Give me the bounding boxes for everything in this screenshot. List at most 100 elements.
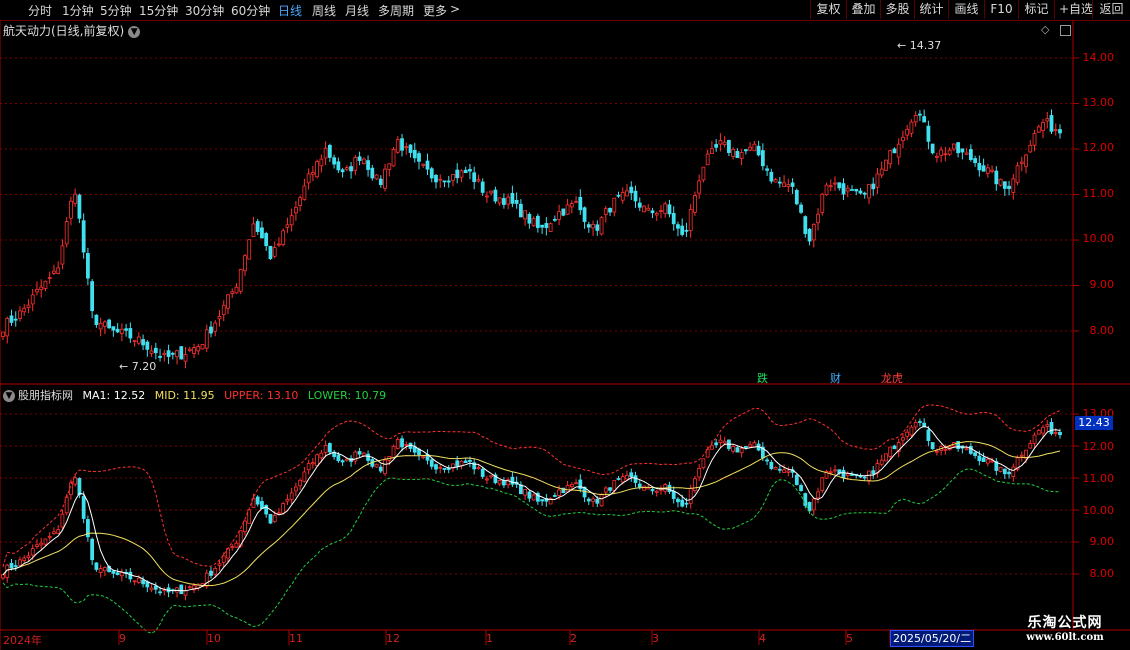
candle-body [956,142,961,154]
candle-body [854,188,859,192]
indicator-candle-body [455,460,460,467]
indicator-candle-body [828,471,833,474]
indicator-candle-body [1,574,5,579]
indicator-candle-body [523,489,528,496]
indicator-candle-body [391,445,396,459]
candle-body [833,182,837,185]
ma1-line [2,425,1061,592]
candle-body [693,195,697,213]
candle-body [867,184,871,199]
candle-body [676,224,680,229]
main-axis-label: 14.00 [1082,51,1115,64]
indicator-candle-body [799,485,803,491]
candle-body [523,210,528,220]
indicator-candle-body [289,492,294,500]
indicator-candle-body [527,491,532,499]
site-watermark: 乐淘公式网 www.60lt.com [1000,612,1130,643]
indicator-candle-body [136,577,141,583]
candle-body [429,168,434,179]
candle-body [255,221,260,232]
candle-body [743,149,748,152]
indicator-candle-body [608,487,612,491]
indicator-candle-body [803,493,808,506]
lower-band-line [2,468,1061,634]
candle-body [94,314,99,325]
current-price-tag: 12.43 [1075,416,1113,430]
candle-body [968,149,973,161]
candle-body [760,150,765,167]
candle-body [264,233,269,247]
indicator-candle-body [119,572,124,577]
candle-body [502,198,506,205]
candle-body [939,149,944,156]
date-label: 12 [386,632,400,645]
candle-body [425,160,430,170]
indicator-candle-body [1007,471,1011,475]
candle-body [765,168,769,171]
indicator-candle-body [268,514,273,524]
indicator-candle-body [820,477,825,492]
candle-body [557,211,561,220]
candle-body [884,159,888,171]
candle-body [1053,129,1058,132]
candle-body [850,189,854,191]
date-label: 11 [289,632,303,645]
main-axis-label: 8.00 [1089,324,1115,337]
candle-body [289,215,294,226]
indicator-candle-body [302,471,307,482]
indicator-candle-body [94,562,99,570]
candle-body [1007,185,1011,189]
candle-body [35,289,39,293]
candle-body [794,190,799,205]
candle-body [336,161,341,171]
candle-body [493,189,498,202]
indicator-candle-body [1028,442,1033,449]
candle-body [485,195,489,198]
candle-body [132,340,137,343]
indicator-candle-body [1032,434,1037,444]
candle-body [913,115,918,123]
event-marker-dragon-tiger[interactable]: 龙虎 [880,370,904,386]
indicator-candle-body [701,458,706,469]
candle-body [608,208,612,213]
indicator-candle-body [60,513,65,528]
diamond-icon[interactable]: ◇ [1041,23,1049,36]
candle-body [680,225,685,235]
candle-body [591,223,595,229]
candle-body [909,121,914,134]
candle-body [90,281,95,312]
candle-body [625,190,629,197]
candle-body [285,224,290,228]
chevron-down-icon[interactable]: ▼ [128,25,141,38]
chart-canvas[interactable] [0,0,1130,650]
indicator-candle-body [260,501,264,509]
indicator-name[interactable]: 股朋指标网 [18,389,73,402]
indicator-candle-body [141,579,145,585]
cursor-date-box: 2025/05/20/二 [890,630,975,647]
candle-body [739,152,744,159]
indicator-candle-body [463,460,468,464]
candle-body [951,143,956,150]
candle-body [718,140,723,145]
event-marker-finance[interactable]: 财 [829,370,842,386]
indicator-candle-body [366,453,370,461]
indicator-axis-label: 10.00 [1082,504,1115,517]
candle-body [901,136,905,142]
chevron-down-icon[interactable]: ▼ [3,390,15,402]
low-price-value: 7.20 [131,360,157,373]
indicator-candle-body [310,462,315,465]
indicator-candle-body [565,484,570,493]
candle-body [344,167,349,170]
indicator-candle-body [603,487,608,493]
event-marker-drop[interactable]: 跌 [756,370,769,386]
indicator-series [1,404,1062,634]
indicator-candle-body [731,446,736,452]
candle-body [421,163,426,166]
candle-body [799,204,803,213]
candle-body [837,182,842,189]
indicator-candle-body [811,498,816,511]
panel-toggle-icon[interactable] [1060,25,1071,36]
indicator-axis-label: 9.00 [1089,535,1115,548]
candle-body [769,171,774,182]
candle-body [77,194,82,219]
